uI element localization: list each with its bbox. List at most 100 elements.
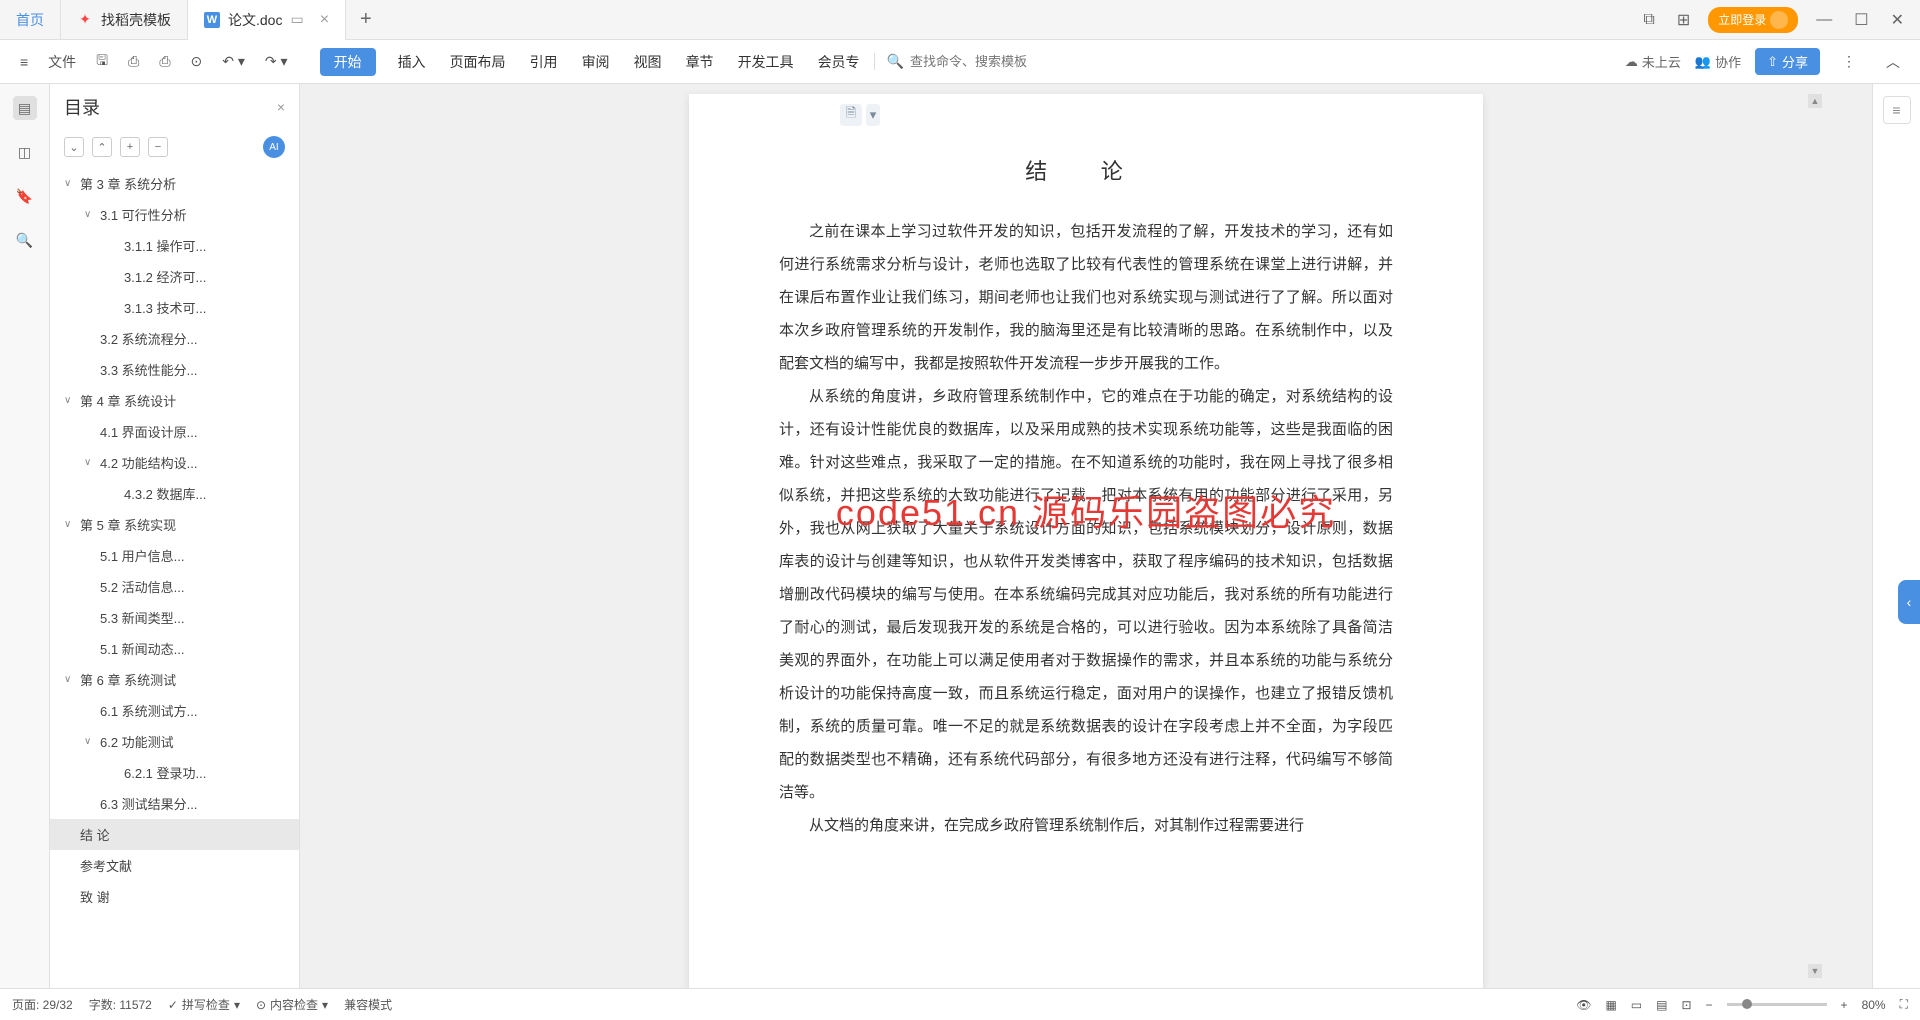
redo-icon[interactable]: ↷ ▾ — [257, 47, 296, 76]
menu-tab-insert[interactable]: 插入 — [396, 48, 428, 76]
outline-item[interactable]: 4.1 界面设计原... — [50, 416, 299, 447]
outline-item[interactable]: ∨第 4 章 系统设计 — [50, 385, 299, 416]
tree-toggle-icon[interactable]: ∨ — [84, 736, 96, 747]
outline-item[interactable]: 致 谢 — [50, 881, 299, 912]
outline-item[interactable]: 5.3 新闻类型... — [50, 602, 299, 633]
outline-tree[interactable]: ∨第 3 章 系统分析∨3.1 可行性分析3.1.1 操作可...3.1.2 经… — [50, 164, 299, 988]
zoom-in[interactable]: + — [1841, 998, 1848, 1012]
menu-icon[interactable]: ≡ — [12, 48, 36, 76]
search-input[interactable] — [910, 54, 1070, 69]
tab-close[interactable]: × — [320, 11, 329, 29]
command-search[interactable]: 🔍 — [874, 53, 1070, 70]
cloud-status[interactable]: ☁未上云 — [1625, 52, 1681, 71]
scrollbar[interactable]: ▲ ▼ — [1808, 94, 1822, 978]
view-read-icon[interactable]: 👁 — [1576, 998, 1591, 1012]
outline-ai[interactable]: AI — [263, 136, 285, 158]
collab-button[interactable]: 👥协作 — [1695, 52, 1741, 71]
menu-tab-member[interactable]: 会员专 — [816, 48, 862, 76]
status-spellcheck[interactable]: ✓拼写检查 ▾ — [168, 996, 240, 1013]
outline-item[interactable]: 3.2 系统流程分... — [50, 323, 299, 354]
minimize-button[interactable]: — — [1812, 7, 1836, 33]
maximize-button[interactable]: ☐ — [1850, 6, 1872, 34]
outline-remove[interactable]: − — [148, 137, 168, 157]
sidebar-nav[interactable]: ◫ — [13, 140, 37, 164]
tree-toggle-icon[interactable]: ∨ — [64, 178, 76, 189]
save-icon[interactable]: 🖫 — [88, 44, 116, 80]
outline-item[interactable]: 参考文献 — [50, 850, 299, 881]
zoom-slider[interactable] — [1727, 1003, 1827, 1006]
outline-item[interactable]: 3.3 系统性能分... — [50, 354, 299, 385]
outline-item[interactable]: 4.3.2 数据库... — [50, 478, 299, 509]
tree-toggle-icon[interactable]: ∨ — [64, 674, 76, 685]
outline-item[interactable]: 6.3 测试结果分... — [50, 788, 299, 819]
outline-item[interactable]: 结 论 — [50, 819, 299, 850]
outline-item[interactable]: ∨第 3 章 系统分析 — [50, 168, 299, 199]
outline-collapse-all[interactable]: ⌄ — [64, 137, 84, 157]
menu-tab-reference[interactable]: 引用 — [528, 48, 560, 76]
zoom-out[interactable]: − — [1706, 998, 1713, 1012]
tab-document[interactable]: W 论文.doc ▭ × — [188, 0, 346, 40]
menu-tab-review[interactable]: 审阅 — [580, 48, 612, 76]
side-feedback-tab[interactable]: ‹ — [1898, 580, 1920, 624]
outline-item[interactable]: ∨4.2 功能结构设... — [50, 447, 299, 478]
status-compat[interactable]: 兼容模式 — [344, 996, 392, 1013]
tab-window-icon[interactable]: ▭ — [290, 11, 303, 28]
tree-toggle-icon[interactable]: ∨ — [64, 519, 76, 530]
outline-item[interactable]: 5.1 用户信息... — [50, 540, 299, 571]
sidebar-search[interactable]: 🔍 — [13, 228, 37, 252]
outline-item[interactable]: 5.1 新闻动态... — [50, 633, 299, 664]
more-icon[interactable]: ⋮ — [1834, 47, 1864, 76]
outline-add[interactable]: + — [120, 137, 140, 157]
right-panel-toggle[interactable]: ≡ — [1883, 96, 1911, 124]
outline-item[interactable]: 3.1.1 操作可... — [50, 230, 299, 261]
sidebar-bookmark[interactable]: 🔖 — [13, 184, 37, 208]
tree-toggle-icon[interactable]: ∨ — [84, 209, 96, 220]
menu-tab-view[interactable]: 视图 — [632, 48, 664, 76]
undo-icon[interactable]: ↶ ▾ — [214, 47, 253, 76]
outline-expand-all[interactable]: ⌃ — [92, 137, 112, 157]
layout-icon[interactable]: ⧉ — [1639, 7, 1658, 33]
tree-toggle-icon[interactable]: ∨ — [84, 457, 96, 468]
tab-template[interactable]: ✦ 找稻壳模板 — [61, 0, 188, 40]
status-wordcount[interactable]: 字数: 11572 — [89, 996, 152, 1013]
login-button[interactable]: 立即登录 — [1708, 7, 1798, 33]
scroll-up[interactable]: ▲ — [1808, 94, 1822, 108]
tab-add[interactable]: + — [346, 8, 386, 31]
outline-item[interactable]: 6.2.1 登录功... — [50, 757, 299, 788]
save-as-icon[interactable]: ⎙ — [120, 47, 147, 76]
zoom-value[interactable]: 80% — [1862, 998, 1886, 1012]
tab-home[interactable]: 首页 — [0, 0, 61, 40]
print-icon[interactable]: ⎙ — [151, 47, 178, 76]
view-outline-icon[interactable]: ▤ — [1656, 998, 1667, 1012]
zoom-fit-icon[interactable]: ⊡ — [1681, 998, 1691, 1012]
tree-toggle-icon[interactable]: ∨ — [64, 395, 76, 406]
share-button[interactable]: ⇧分享 — [1755, 48, 1820, 75]
page-tool-dropdown[interactable]: ▾ — [866, 104, 880, 126]
outline-item[interactable]: ∨6.2 功能测试 — [50, 726, 299, 757]
file-menu[interactable]: 文件 — [40, 46, 84, 78]
menu-tab-dev[interactable]: 开发工具 — [736, 48, 796, 76]
status-page[interactable]: 页面: 29/32 — [12, 996, 73, 1013]
outline-item[interactable]: 3.1.3 技术可... — [50, 292, 299, 323]
outline-item[interactable]: 5.2 活动信息... — [50, 571, 299, 602]
collapse-icon[interactable]: ︿ — [1878, 46, 1908, 78]
scroll-down[interactable]: ▼ — [1808, 964, 1822, 978]
outline-item[interactable]: 3.1.2 经济可... — [50, 261, 299, 292]
view-web-icon[interactable]: ▭ — [1631, 998, 1642, 1012]
page-tool-icon[interactable]: 🗎 — [840, 104, 862, 126]
menu-tab-layout[interactable]: 页面布局 — [448, 48, 508, 76]
outline-item[interactable]: ∨第 6 章 系统测试 — [50, 664, 299, 695]
status-content-check[interactable]: ⊙内容检查 ▾ — [256, 996, 328, 1013]
outline-item[interactable]: ∨3.1 可行性分析 — [50, 199, 299, 230]
menu-tab-start[interactable]: 开始 — [320, 48, 376, 76]
close-button[interactable]: ✕ — [1887, 6, 1908, 34]
outline-item[interactable]: 6.1 系统测试方... — [50, 695, 299, 726]
view-page-icon[interactable]: ▦ — [1605, 998, 1616, 1012]
sidebar-outline[interactable]: ▤ — [13, 96, 37, 120]
preview-icon[interactable]: ⊙ — [183, 47, 211, 76]
outline-close[interactable]: × — [277, 99, 285, 115]
menu-tab-chapter[interactable]: 章节 — [684, 48, 716, 76]
document-area[interactable]: 🗎 ▾ 结 论 之前在课本上学习过软件开发的知识，包括开发流程的了解，开发技术的… — [300, 84, 1872, 988]
fullscreen-icon[interactable]: ⛶ — [1900, 997, 1908, 1012]
apps-icon[interactable]: ⊞ — [1673, 6, 1694, 34]
